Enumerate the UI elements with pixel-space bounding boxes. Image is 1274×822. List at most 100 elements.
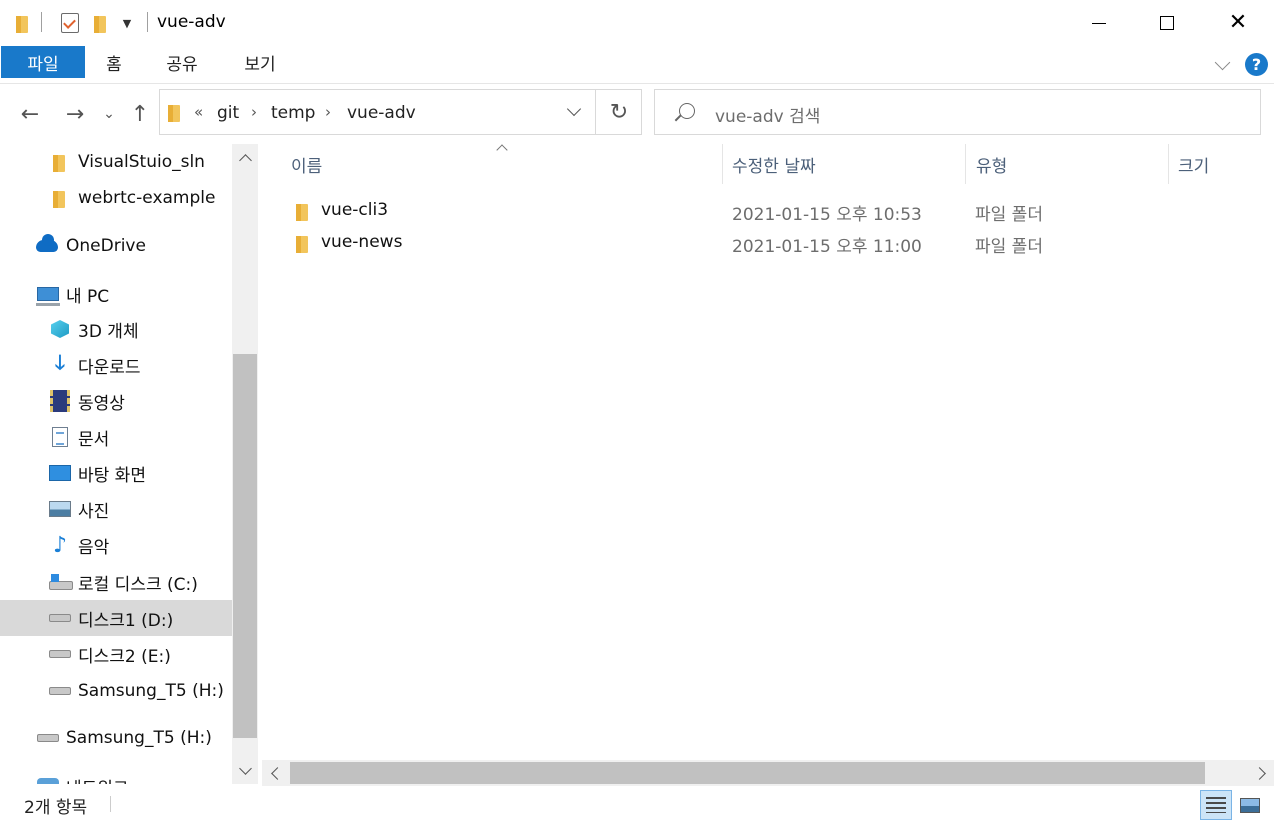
navigation-pane: VisualStuio_sln webrtc-example OneDrive … xyxy=(0,144,232,784)
maximize-icon xyxy=(1160,16,1174,30)
sidebar-item-this-pc[interactable]: 내 PC xyxy=(0,276,232,312)
video-icon xyxy=(49,390,71,412)
column-divider[interactable] xyxy=(722,144,723,184)
tab-file[interactable]: 파일 xyxy=(1,46,85,78)
close-icon: ✕ xyxy=(1228,10,1248,35)
sidebar-item-label: Samsung_T5 (H:) xyxy=(78,681,224,701)
sidebar-item-label: 디스크1 (D:) xyxy=(78,610,174,631)
folder-icon xyxy=(166,102,182,122)
scroll-up-chevron-icon[interactable] xyxy=(232,144,258,172)
horizontal-scrollbar[interactable] xyxy=(262,760,1274,786)
sidebar-item-samsung-t5-h[interactable]: Samsung_T5 (H:) xyxy=(0,673,232,709)
navigation-bar: ← → ⌄ ↑ « git › temp › vue-adv ↻ vue-adv… xyxy=(0,84,1274,144)
folder-icon[interactable] xyxy=(12,10,32,36)
sidebar-item-videos[interactable]: 동영상 xyxy=(0,383,232,419)
sidebar-item-disk2-e[interactable]: 디스크2 (E:) xyxy=(0,636,232,672)
search-box[interactable]: vue-adv 검색 xyxy=(654,89,1261,135)
quick-access-divider xyxy=(41,12,42,32)
scroll-left-chevron-icon[interactable] xyxy=(262,760,288,786)
minimize-icon xyxy=(1092,22,1106,24)
tab-view[interactable]: 보기 xyxy=(236,46,284,78)
column-header-modified[interactable]: 수정한 날짜 xyxy=(732,144,816,184)
breadcrumb-separator-icon[interactable]: › xyxy=(325,103,331,121)
tab-share[interactable]: 공유 xyxy=(158,46,206,78)
new-folder-icon[interactable] xyxy=(90,10,110,36)
sidebar-item-documents[interactable]: 문서 xyxy=(0,419,232,455)
folder-icon xyxy=(294,201,310,221)
search-input[interactable]: vue-adv 검색 xyxy=(715,102,820,127)
window-title: vue-adv xyxy=(157,12,226,32)
breadcrumb-overflow-icon[interactable]: « xyxy=(194,103,203,121)
forward-arrow-icon[interactable]: → xyxy=(61,100,89,128)
recent-locations-chevron-icon[interactable]: ⌄ xyxy=(100,100,118,128)
details-view-button[interactable] xyxy=(1200,790,1232,820)
music-icon: ♪ xyxy=(52,532,68,558)
properties-check-icon[interactable] xyxy=(58,10,82,36)
sidebar-item-network[interactable]: 네트워크 xyxy=(0,768,232,784)
sidebar-item-label: 로컬 디스크 (C:) xyxy=(78,574,198,595)
sidebar-item-label: 내 PC xyxy=(66,286,110,307)
close-button[interactable]: ✕ xyxy=(1208,0,1268,46)
expand-ribbon-chevron-icon[interactable] xyxy=(1214,56,1232,74)
column-divider[interactable] xyxy=(965,144,966,184)
help-icon[interactable]: ? xyxy=(1245,53,1268,76)
sidebar-item-local-disk-c[interactable]: 로컬 디스크 (C:) xyxy=(0,564,232,600)
address-bar[interactable]: « git › temp › vue-adv ↻ xyxy=(159,89,642,135)
sidebar-item-label: 사진 xyxy=(78,501,110,522)
file-type: 파일 폴더 xyxy=(975,205,1043,225)
column-header-name[interactable]: 이름 xyxy=(291,144,322,184)
sidebar-item-pictures[interactable]: 사진 xyxy=(0,491,232,527)
horizontal-scrollbar-thumb[interactable] xyxy=(290,762,1205,784)
scroll-down-chevron-icon[interactable] xyxy=(232,756,258,784)
sidebar-item-label: webrtc-example xyxy=(78,188,216,208)
column-header-type[interactable]: 유형 xyxy=(976,144,1007,184)
download-icon: 🡓 xyxy=(54,350,66,374)
sidebar-item-onedrive[interactable]: OneDrive xyxy=(0,228,232,264)
sidebar-item-label: 동영상 xyxy=(78,393,125,414)
sidebar-scrollbar-thumb[interactable] xyxy=(233,354,257,738)
breadcrumb-vue-adv[interactable]: vue-adv xyxy=(347,103,416,123)
sidebar-item-visualstuio-sln[interactable]: VisualStuio_sln xyxy=(0,144,232,180)
column-header-size[interactable]: 크기 xyxy=(1178,144,1209,184)
document-icon xyxy=(49,426,71,448)
sidebar-item-label: 네트워크 xyxy=(66,774,129,785)
search-icon xyxy=(679,103,695,119)
details-view-icon xyxy=(1206,797,1226,813)
sidebar-item-music[interactable]: ♪ 음악 xyxy=(0,527,232,563)
sidebar-item-disk1-d[interactable]: 디스크1 (D:) xyxy=(0,600,232,636)
title-divider xyxy=(147,12,148,32)
sidebar-item-label: 디스크2 (E:) xyxy=(78,646,171,667)
drive-icon xyxy=(37,727,59,749)
sidebar-scrollbar[interactable] xyxy=(232,144,258,784)
maximize-button[interactable] xyxy=(1137,0,1197,46)
sidebar-item-samsung-t5-h-root[interactable]: Samsung_T5 (H:) xyxy=(0,720,232,756)
sort-ascending-caret-icon xyxy=(496,142,506,152)
title-bar: ▼ vue-adv ✕ xyxy=(0,0,1274,46)
file-list: 이름 수정한 날짜 유형 크기 vue-cli3 2021-01-15 오후 1… xyxy=(262,144,1274,760)
sidebar-item-desktop[interactable]: 바탕 화면 xyxy=(0,455,232,491)
breadcrumb-separator-icon[interactable]: › xyxy=(251,103,257,121)
up-arrow-icon[interactable]: ↑ xyxy=(128,100,152,128)
sidebar-item-3d-objects[interactable]: 3D 개체 xyxy=(0,311,232,347)
status-bar: 2개 항목 xyxy=(0,786,1274,822)
sidebar-item-label: 바탕 화면 xyxy=(78,465,146,486)
sidebar-item-downloads[interactable]: 🡓 다운로드 xyxy=(0,347,232,383)
back-arrow-icon[interactable]: ← xyxy=(16,100,44,128)
column-divider[interactable] xyxy=(1168,144,1169,184)
minimize-button[interactable] xyxy=(1069,0,1129,46)
table-row[interactable]: vue-news 2021-01-15 오후 11:00 파일 폴더 xyxy=(262,227,1274,259)
address-history-chevron-icon[interactable] xyxy=(564,98,586,126)
windows-drive-icon xyxy=(49,571,73,593)
breadcrumb-temp[interactable]: temp xyxy=(271,103,315,123)
table-row[interactable]: vue-cli3 2021-01-15 오후 10:53 파일 폴더 xyxy=(262,195,1274,227)
customize-toolbar-chevron-icon[interactable]: ▼ xyxy=(118,10,136,36)
sidebar-item-webrtc-example[interactable]: webrtc-example xyxy=(0,180,232,216)
tab-home[interactable]: 홈 xyxy=(92,46,136,78)
large-icons-view-button[interactable] xyxy=(1234,790,1266,820)
scroll-right-chevron-icon[interactable] xyxy=(1248,760,1274,786)
ribbon: 파일 홈 공유 보기 ? xyxy=(0,46,1274,84)
breadcrumb-git[interactable]: git xyxy=(217,103,239,123)
sidebar-item-label: Samsung_T5 (H:) xyxy=(66,728,212,748)
refresh-icon[interactable]: ↻ xyxy=(596,90,642,134)
sidebar-item-label: 다운로드 xyxy=(78,357,141,378)
